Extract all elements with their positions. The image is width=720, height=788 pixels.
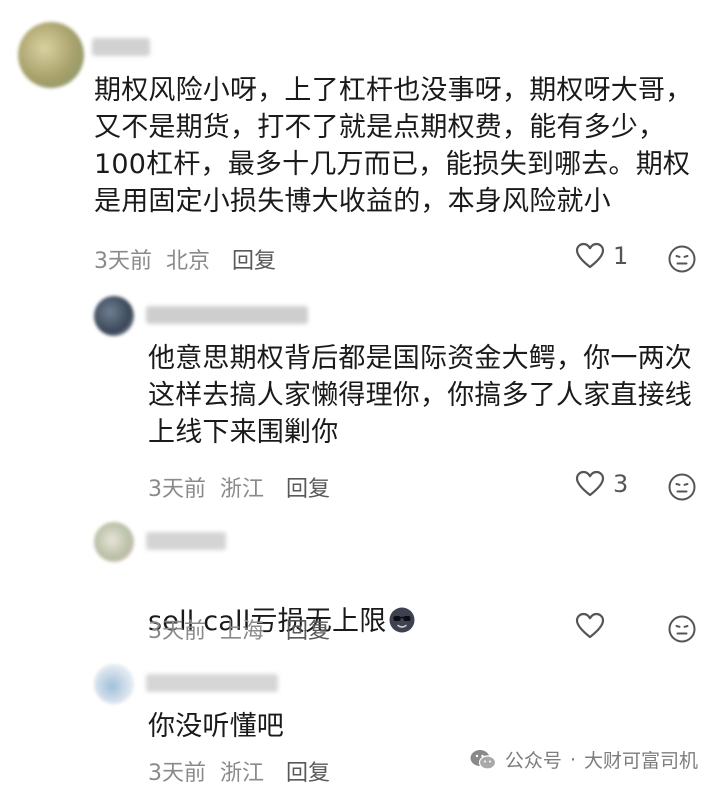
- wechat-icon: [470, 749, 497, 770]
- watermark-name: 大财可富司机: [583, 750, 698, 772]
- neutral-face-icon[interactable]: [668, 473, 696, 501]
- watermark: 公众号 · 大财可富司机: [469, 746, 698, 773]
- comment-time: 3天前: [148, 761, 206, 786]
- reply-button[interactable]: 回复: [232, 243, 276, 275]
- heart-outline-icon: [575, 470, 605, 497]
- username-blurred[interactable]: [92, 38, 150, 56]
- like-count: 3: [613, 470, 629, 498]
- comment-meta: 3天前 上海 回复: [148, 613, 330, 645]
- heart-outline-icon: [575, 242, 605, 269]
- avatar[interactable]: [94, 522, 134, 562]
- comment-text: 期权风险小呀，上了杠杆也没事呀，期权呀大哥， 又不是期货，打不了就是点期权费，能…: [94, 75, 693, 217]
- like-button[interactable]: [575, 612, 613, 640]
- comment-text: 他意思期权背后都是国际资金大鳄，你一两次 这样去搞人家懒得理你，你搞多了人家直接…: [148, 343, 692, 448]
- neutral-face-icon[interactable]: [668, 615, 696, 643]
- like-count: 1: [613, 242, 629, 270]
- comment-location: 浙江: [220, 761, 265, 786]
- watermark-separator: ·: [569, 748, 576, 771]
- comment-time: 3天前: [148, 619, 206, 644]
- comment-location: 浙江: [220, 477, 265, 502]
- reply-button[interactable]: 回复: [286, 471, 330, 503]
- like-button[interactable]: 3: [575, 470, 628, 498]
- username-blurred[interactable]: [146, 532, 226, 550]
- avatar[interactable]: [94, 664, 134, 704]
- comment-location: 北京: [166, 249, 211, 274]
- avatar[interactable]: [94, 296, 134, 336]
- comment-time: 3天前: [94, 249, 152, 274]
- comment-location: 上海: [220, 619, 265, 644]
- heart-outline-icon: [575, 612, 605, 639]
- comment-meta: 3天前 浙江 回复: [148, 471, 330, 503]
- reply-button[interactable]: 回复: [286, 613, 330, 645]
- like-button[interactable]: 1: [575, 242, 628, 270]
- watermark-prefix: 公众号: [504, 750, 562, 772]
- avatar[interactable]: [18, 22, 84, 88]
- comment-time: 3天前: [148, 477, 206, 502]
- comment-meta: 3天前 浙江 回复: [148, 755, 330, 787]
- username-blurred[interactable]: [146, 674, 278, 692]
- comment-text: 你没听懂吧: [148, 711, 284, 742]
- reply-button[interactable]: 回复: [286, 755, 330, 787]
- username-blurred[interactable]: [146, 306, 308, 324]
- comment-meta: 3天前 北京 回复: [94, 243, 276, 275]
- sunglasses-face-icon: [389, 607, 415, 633]
- neutral-face-icon[interactable]: [668, 245, 696, 273]
